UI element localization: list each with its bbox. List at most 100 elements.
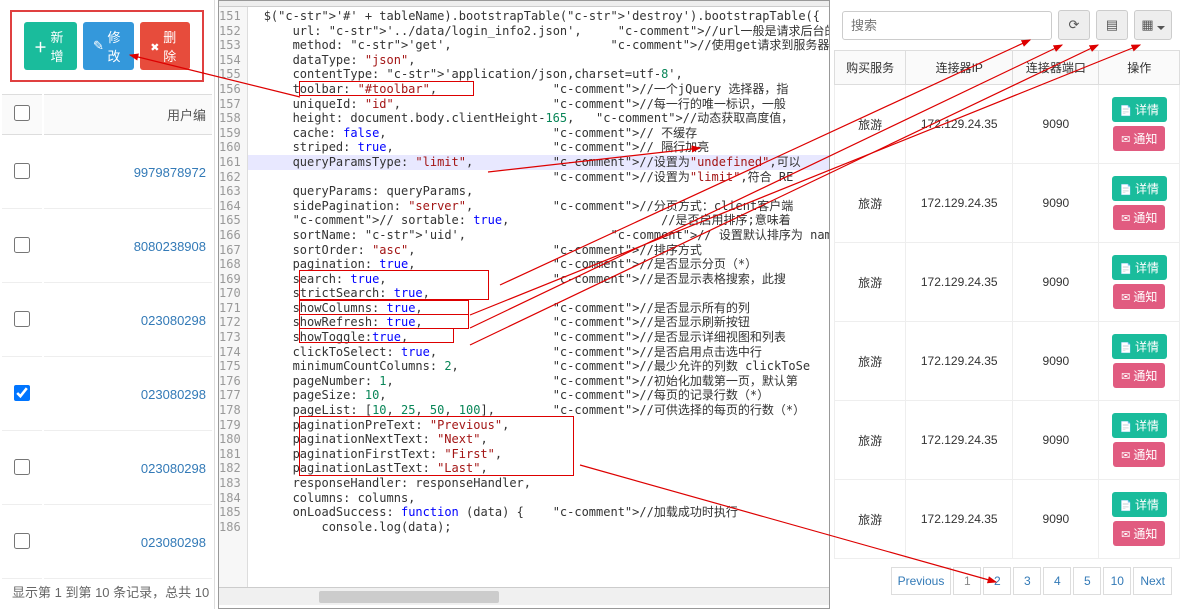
refresh-button[interactable]: ⟳ bbox=[1058, 10, 1090, 40]
notify-button[interactable]: 通知 bbox=[1113, 363, 1165, 388]
chevron-down-icon bbox=[1154, 18, 1165, 33]
mail-icon bbox=[1121, 290, 1130, 304]
detail-button[interactable]: 详情 bbox=[1112, 97, 1167, 122]
plus-icon bbox=[34, 37, 47, 56]
table-row[interactable]: 023080298 bbox=[2, 285, 212, 357]
service-cell: 旅游 bbox=[835, 401, 906, 480]
page-button[interactable]: Previous bbox=[891, 567, 952, 595]
row-checkbox[interactable] bbox=[14, 237, 30, 253]
ip-cell: 172.129.24.35 bbox=[906, 322, 1013, 401]
checkbox-header[interactable] bbox=[2, 94, 42, 135]
ip-cell: 172.129.24.35 bbox=[906, 243, 1013, 322]
page-button[interactable]: 10 bbox=[1103, 567, 1131, 595]
user-id-cell[interactable]: 023080298 bbox=[44, 359, 212, 431]
row-checkbox[interactable] bbox=[14, 533, 30, 549]
columns-button[interactable]: ▦ bbox=[1134, 10, 1172, 40]
row-checkbox[interactable] bbox=[14, 163, 30, 179]
page-button[interactable]: Next bbox=[1133, 567, 1172, 595]
table-row[interactable]: 023080298 bbox=[2, 359, 212, 431]
table-row[interactable]: 旅游 172.129.24.35 9090 详情 通知 bbox=[835, 480, 1180, 559]
delete-button[interactable]: 删除 bbox=[140, 22, 190, 70]
notify-button[interactable]: 通知 bbox=[1113, 284, 1165, 309]
highlight-pagination-text bbox=[299, 416, 574, 476]
highlight-showcolumns bbox=[299, 300, 469, 315]
grid-icon: ▦ bbox=[1141, 17, 1153, 33]
page-button[interactable]: 2 bbox=[983, 567, 1011, 595]
user-id-cell[interactable]: 023080298 bbox=[44, 433, 212, 505]
search-input[interactable] bbox=[842, 11, 1052, 40]
port-cell: 9090 bbox=[1013, 401, 1099, 480]
page-button[interactable]: 5 bbox=[1073, 567, 1101, 595]
page-button[interactable]: 4 bbox=[1043, 567, 1071, 595]
row-checkbox[interactable] bbox=[14, 311, 30, 327]
detail-button[interactable]: 详情 bbox=[1112, 255, 1167, 280]
ops-cell: 详情 通知 bbox=[1099, 85, 1180, 164]
footer-info: 显示第 1 到第 10 条记录，总共 10 bbox=[12, 582, 209, 601]
detail-button[interactable]: 详情 bbox=[1112, 334, 1167, 359]
ops-cell: 详情 通知 bbox=[1099, 164, 1180, 243]
toggle-button[interactable]: ▤ bbox=[1096, 10, 1128, 40]
user-id-cell[interactable]: 023080298 bbox=[44, 507, 212, 579]
mail-icon bbox=[1121, 369, 1130, 383]
notify-button[interactable]: 通知 bbox=[1113, 205, 1165, 230]
add-button[interactable]: 新增 bbox=[24, 22, 77, 70]
service-cell: 旅游 bbox=[835, 85, 906, 164]
ops-cell: 详情 通知 bbox=[1099, 480, 1180, 559]
col-ip[interactable]: 连接器IP bbox=[906, 51, 1013, 85]
service-cell: 旅游 bbox=[835, 322, 906, 401]
ip-cell: 172.129.24.35 bbox=[906, 85, 1013, 164]
user-id-cell[interactable]: 023080298 bbox=[44, 285, 212, 357]
service-cell: 旅游 bbox=[835, 243, 906, 322]
service-cell: 旅游 bbox=[835, 164, 906, 243]
table-row[interactable]: 旅游 172.129.24.35 9090 详情 通知 bbox=[835, 164, 1180, 243]
port-cell: 9090 bbox=[1013, 243, 1099, 322]
user-id-cell[interactable]: 9979878972 bbox=[44, 137, 212, 209]
mail-icon bbox=[1121, 527, 1130, 541]
page-button[interactable]: 3 bbox=[1013, 567, 1041, 595]
list-icon: ▤ bbox=[1106, 17, 1118, 33]
ops-cell: 详情 通知 bbox=[1099, 243, 1180, 322]
highlight-search bbox=[299, 270, 489, 300]
notify-button[interactable]: 通知 bbox=[1113, 442, 1165, 467]
highlight-showtoggle bbox=[299, 328, 454, 343]
row-checkbox[interactable] bbox=[14, 385, 30, 401]
table-row[interactable]: 旅游 172.129.24.35 9090 详情 通知 bbox=[835, 322, 1180, 401]
port-cell: 9090 bbox=[1013, 322, 1099, 401]
col-ops[interactable]: 操作 bbox=[1099, 51, 1180, 85]
horizontal-scrollbar[interactable] bbox=[219, 587, 829, 605]
col-port[interactable]: 连接器端口 bbox=[1013, 51, 1099, 85]
row-checkbox[interactable] bbox=[14, 459, 30, 475]
table-row[interactable]: 旅游 172.129.24.35 9090 详情 通知 bbox=[835, 401, 1180, 480]
detail-button[interactable]: 详情 bbox=[1112, 413, 1167, 438]
highlight-toolbar bbox=[299, 81, 474, 96]
pencil-icon bbox=[93, 38, 104, 54]
table-row[interactable]: 旅游 172.129.24.35 9090 详情 通知 bbox=[835, 243, 1180, 322]
notify-button[interactable]: 通知 bbox=[1113, 126, 1165, 151]
service-cell: 旅游 bbox=[835, 480, 906, 559]
table-row[interactable]: 023080298 bbox=[2, 433, 212, 505]
table-row[interactable]: 旅游 172.129.24.35 9090 详情 通知 bbox=[835, 85, 1180, 164]
refresh-icon: ⟳ bbox=[1069, 17, 1080, 33]
edit-button[interactable]: 修改 bbox=[83, 22, 134, 70]
toolbar: 新增 修改 删除 bbox=[10, 10, 204, 82]
port-cell: 9090 bbox=[1013, 164, 1099, 243]
col-service[interactable]: 购买服务 bbox=[835, 51, 906, 85]
user-id-cell[interactable]: 8080238908 bbox=[44, 211, 212, 283]
port-cell: 9090 bbox=[1013, 480, 1099, 559]
notify-button[interactable]: 通知 bbox=[1113, 521, 1165, 546]
ops-cell: 详情 通知 bbox=[1099, 322, 1180, 401]
detail-button[interactable]: 详情 bbox=[1112, 492, 1167, 517]
mail-icon bbox=[1121, 448, 1130, 462]
ip-cell: 172.129.24.35 bbox=[906, 164, 1013, 243]
copy-icon bbox=[1120, 498, 1132, 512]
left-table: 用户编 997987897280802389080230802980230802… bbox=[0, 92, 214, 581]
detail-button[interactable]: 详情 bbox=[1112, 176, 1167, 201]
table-row[interactable]: 8080238908 bbox=[2, 211, 212, 283]
highlight-showrefresh bbox=[299, 314, 469, 329]
table-row[interactable]: 9979878972 bbox=[2, 137, 212, 209]
table-row[interactable]: 023080298 bbox=[2, 507, 212, 579]
line-gutter: 1511521531541551561571581591601611621631… bbox=[219, 7, 248, 587]
page-button[interactable]: 1 bbox=[953, 567, 981, 595]
code-editor[interactable]: 1511521531541551561571581591601611621631… bbox=[218, 0, 830, 609]
user-header[interactable]: 用户编 bbox=[44, 94, 212, 135]
